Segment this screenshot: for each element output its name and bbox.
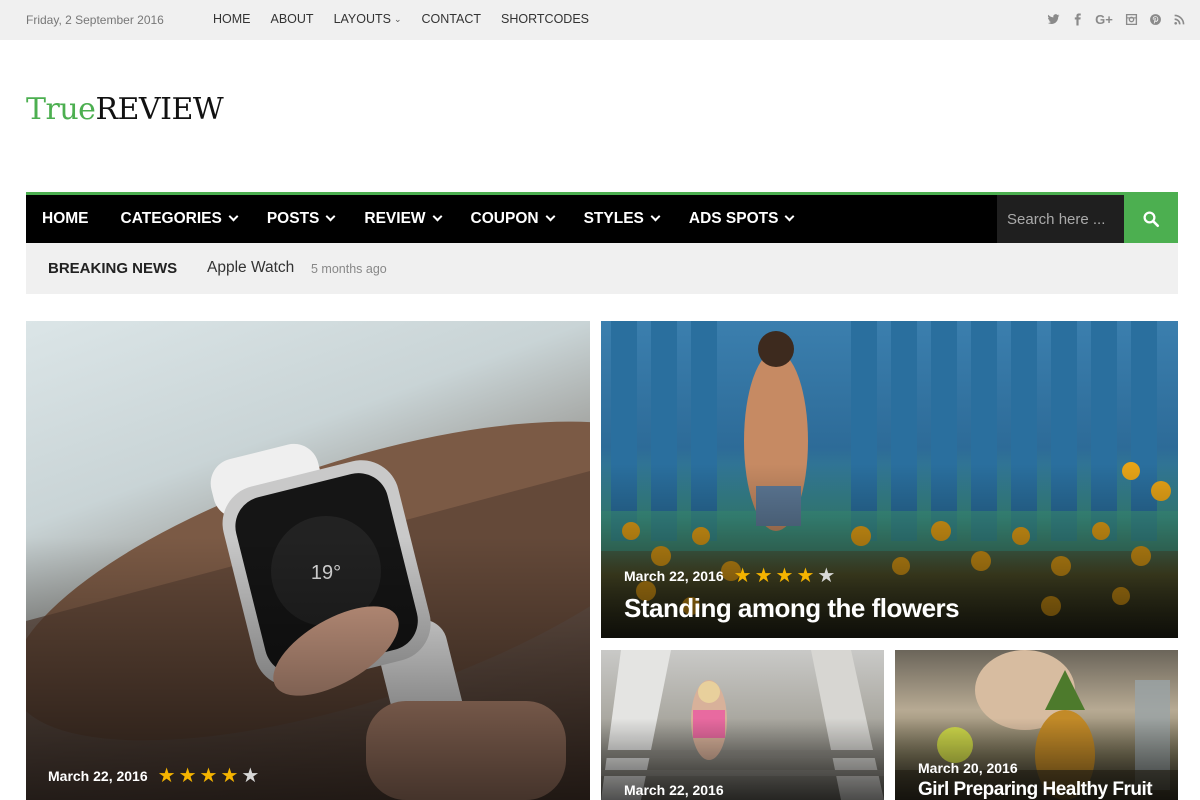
top-nav-contact[interactable]: CONTACT [422,12,482,26]
top-nav-layouts[interactable]: LAYOUTS ⌄ [334,12,402,26]
chevron-down-icon [650,211,661,221]
star-icon: ★ [241,765,260,787]
star-icon: ★ [157,765,176,787]
search-icon [1143,211,1160,228]
main-nav-posts[interactable]: POSTS [252,210,350,228]
main-nav-categories-label: CATEGORIES [120,210,222,227]
chevron-down-icon [325,211,336,221]
main-nav-review[interactable]: REVIEW [349,210,455,228]
star-icon: ★ [754,565,773,587]
pinterest-icon[interactable] [1148,11,1162,27]
search-button[interactable] [1124,195,1178,243]
top-bar: Friday, 2 September 2016 HOME ABOUT LAYO… [0,0,1200,40]
current-date: Friday, 2 September 2016 [26,13,164,27]
star-icon: ★ [220,765,239,787]
star-icon: ★ [178,765,197,787]
breaking-news-bar: BREAKING NEWS Apple Watch 5 months ago [26,243,1178,294]
logo-part-true: True [26,92,96,127]
top-nav: HOME ABOUT LAYOUTS ⌄ CONTACT SHORTCODES [213,12,609,26]
post-card-runner[interactable]: March 22, 2016 [601,650,884,800]
top-nav-about[interactable]: ABOUT [271,12,314,26]
logo-part-review: REVIEW [95,92,224,127]
main-nav-styles-label: STYLES [583,210,644,227]
main-nav-coupon[interactable]: COUPON [456,210,569,228]
social-links: G+ [1036,11,1186,27]
google-plus-icon[interactable]: G+ [1094,11,1114,27]
main-nav-review-label: REVIEW [364,210,426,227]
site-logo[interactable]: TrueREVIEW [26,92,224,127]
chevron-down-icon [785,211,795,221]
star-icon: ★ [817,565,836,587]
facebook-icon[interactable] [1070,11,1084,27]
star-icon: ★ [199,765,218,787]
main-nav: HOME CATEGORIES POSTS REVIEW COUPON STYL… [26,192,1178,243]
top-nav-contact-label: CONTACT [421,12,482,26]
instagram-icon[interactable] [1124,11,1138,27]
top-nav-home-label: HOME [213,12,251,26]
breaking-news-headline[interactable]: Apple Watch [207,259,294,277]
chevron-down-icon [432,211,442,221]
search-input[interactable] [997,195,1124,243]
main-nav-ads-spots[interactable]: ADS SPOTS [674,210,809,228]
main-nav-categories[interactable]: CATEGORIES [106,210,252,228]
chevron-down-icon [228,211,239,221]
post-date: March 20, 2016 [918,760,1018,776]
card-meta: March 22, 2016 ★ ★ ★ ★ ★ [48,766,262,786]
chevron-down-icon [545,211,556,221]
chevron-down-icon: ⌄ [393,13,402,24]
post-card-fruit[interactable]: March 20, 2016 Girl Preparing Healthy Fr… [895,650,1178,800]
star-rating: ★ ★ ★ ★ ★ [734,566,839,586]
top-nav-shortcodes[interactable]: SHORTCODES [501,12,589,26]
star-icon: ★ [733,565,752,587]
top-nav-about-label: ABOUT [270,12,314,26]
card-meta: March 22, 2016 ★ ★ ★ ★ ★ [624,566,838,586]
main-nav-home[interactable]: HOME [26,210,106,228]
post-title[interactable]: Girl Preparing Healthy Fruit [918,779,1153,800]
main-nav-ads-spots-label: ADS SPOTS [688,210,779,227]
post-title[interactable]: Standing among the flowers [624,593,960,624]
search-box [997,195,1124,243]
breaking-news-label: BREAKING NEWS [48,260,178,277]
post-card-flowers[interactable]: March 22, 2016 ★ ★ ★ ★ ★ Standing among … [601,321,1178,638]
card-meta: March 22, 2016 [624,782,734,798]
post-date: March 22, 2016 [624,782,724,798]
top-nav-shortcodes-label: SHORTCODES [501,12,590,26]
star-icon: ★ [775,565,794,587]
breaking-news-time: 5 months ago [311,262,387,276]
main-nav-home-label: HOME [42,210,89,227]
main-nav-coupon-label: COUPON [470,210,539,227]
top-nav-layouts-label: LAYOUTS [333,12,391,26]
main-nav-posts-label: POSTS [266,210,320,227]
twitter-icon[interactable] [1046,11,1060,27]
star-icon: ★ [796,565,815,587]
featured-post-card[interactable]: 19° March 22, 2016 ★ ★ ★ ★ ★ [26,321,590,800]
rss-icon[interactable] [1172,11,1186,27]
post-date: March 22, 2016 [48,768,148,784]
card-meta: March 20, 2016 [918,760,1028,776]
top-nav-home[interactable]: HOME [213,12,251,26]
card-gradient [26,536,590,800]
post-date: March 22, 2016 [624,568,724,584]
main-nav-styles[interactable]: STYLES [569,210,674,228]
star-rating: ★ ★ ★ ★ ★ [158,766,263,786]
